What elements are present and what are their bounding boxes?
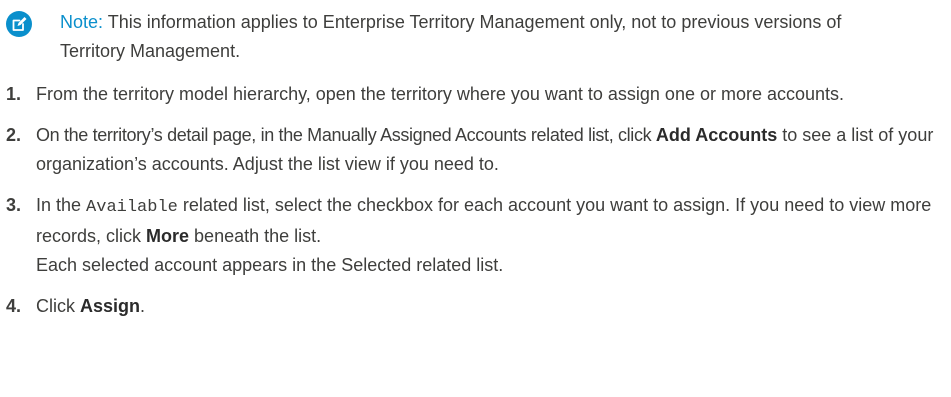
step-text: . xyxy=(140,296,146,316)
documentation-page: Note: This information applies to Enterp… xyxy=(0,0,951,397)
step-1: 1. From the territory model hierarchy, o… xyxy=(0,80,951,109)
steps-list: 1. From the territory model hierarchy, o… xyxy=(0,80,951,321)
step-number: 2. xyxy=(6,125,22,145)
step-text: In the xyxy=(36,195,87,215)
step-text: Click xyxy=(36,296,80,316)
step-3: 3. In the Available related list, select… xyxy=(0,191,951,280)
step-number: 1. xyxy=(6,84,22,104)
code-available: Available xyxy=(86,198,178,217)
step-text: From the territory model hierarchy, open… xyxy=(36,84,845,104)
edit-note-icon xyxy=(6,11,32,37)
step-note: Each selected account appears in the Sel… xyxy=(36,255,504,275)
note-text: This information applies to Enterprise T… xyxy=(60,12,842,61)
step-number: 3. xyxy=(6,195,22,215)
step-text: beneath the list. xyxy=(189,226,322,246)
note-callout: Note: This information applies to Enterp… xyxy=(0,8,951,66)
more-label: More xyxy=(146,226,190,246)
add-accounts-label: Add Accounts xyxy=(655,125,778,145)
step-4: 4. Click Assign. xyxy=(0,292,951,321)
step-2: 2. On the territory’s detail page, in th… xyxy=(0,121,951,179)
assign-label: Assign xyxy=(80,296,141,316)
note-label: Note: xyxy=(60,12,104,32)
step-number: 4. xyxy=(6,296,22,316)
step-text: On the territory’s detail page, in the M… xyxy=(36,125,656,145)
